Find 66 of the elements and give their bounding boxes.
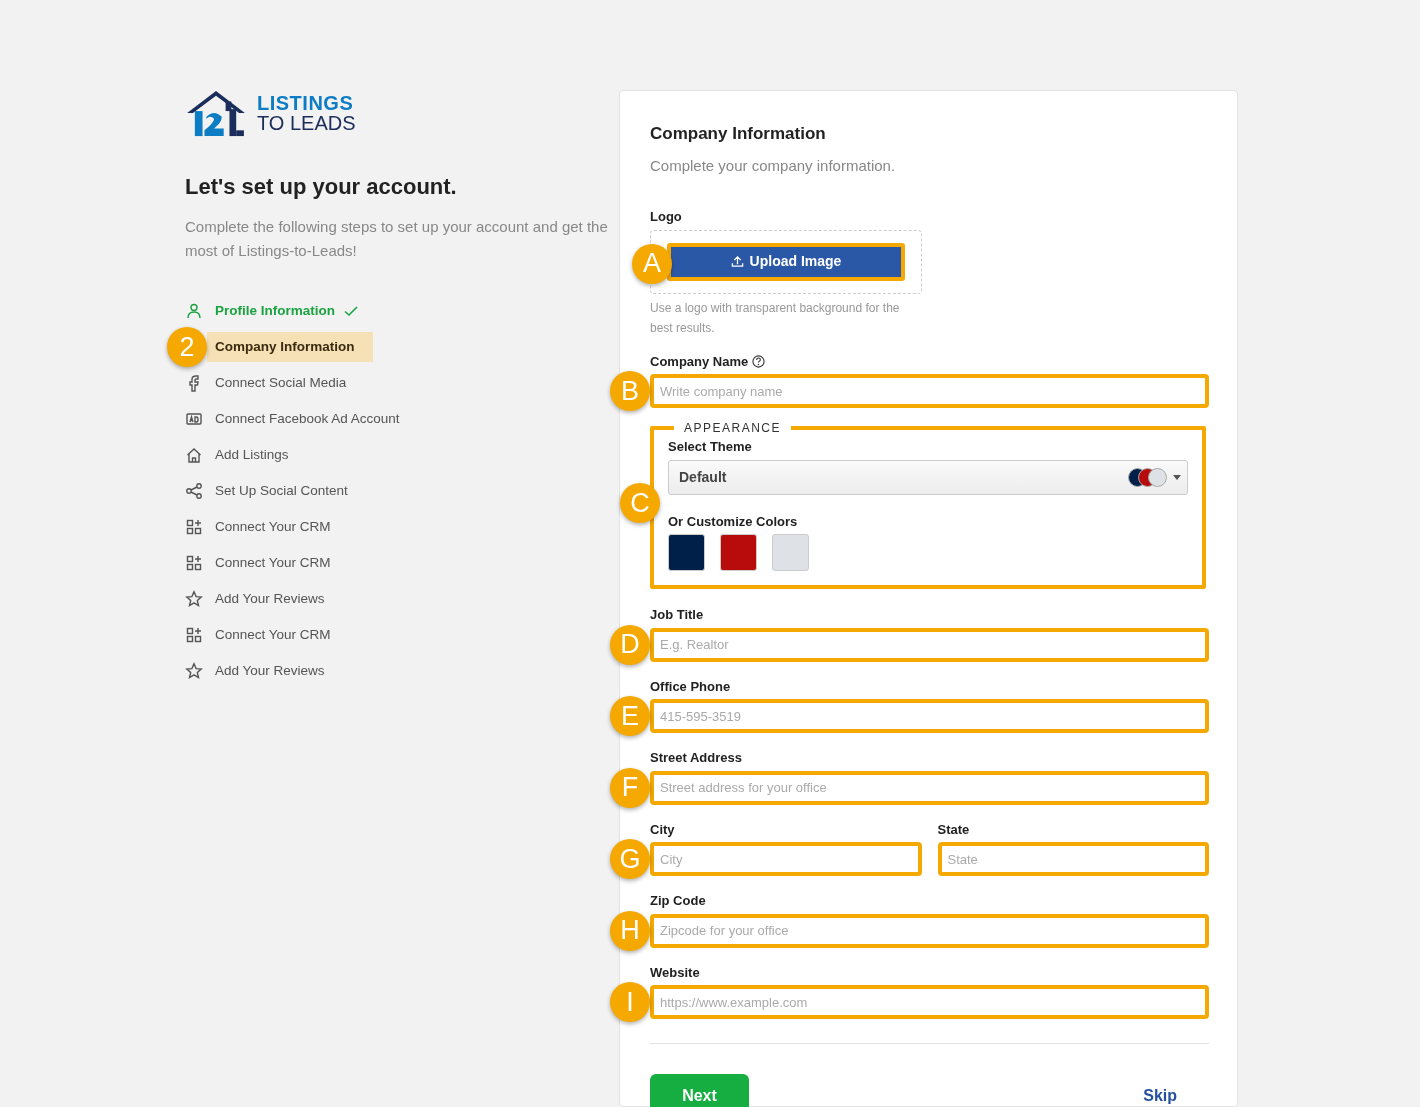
input-field[interactable]: 415-595-3519 — [650, 699, 1209, 733]
input-field[interactable]: E.g. Realtor — [650, 627, 1209, 662]
step-link[interactable]: Add Your Reviews — [215, 655, 343, 687]
share-icon — [185, 482, 203, 500]
field-label: Zip Code — [650, 892, 706, 910]
annotation-marker: I — [610, 982, 650, 1022]
hint-text: Use a logo with transparent background for the best results. — [650, 299, 901, 337]
color-swatch[interactable] — [668, 534, 705, 571]
field-label: Or Customize Colors — [668, 512, 798, 531]
upload-icon — [730, 255, 744, 268]
page-heading: Let's set up your account. — [185, 173, 458, 201]
star-icon — [185, 590, 203, 608]
annotation-marker: D — [610, 624, 650, 665]
annotation-marker: A — [632, 243, 672, 284]
input-field[interactable]: City — [650, 842, 922, 876]
brand-tagline: TO LEADS — [257, 113, 356, 133]
step-link[interactable]: Add Listings — [215, 439, 307, 471]
step-link[interactable]: Connect Your CRM — [215, 511, 349, 543]
apps-icon — [185, 518, 203, 536]
annotation-marker: C — [620, 483, 660, 523]
skip-link[interactable]: Skip — [1143, 1084, 1177, 1107]
form-subtitle: Complete your company information. — [650, 155, 897, 176]
field-label: Company Name — [650, 352, 749, 371]
input-field[interactable]: https://www.example.com — [650, 985, 1209, 1019]
step-link[interactable]: Connect Your CRM — [215, 547, 349, 579]
field-label: Office Phone — [650, 677, 731, 696]
color-swatch[interactable] — [772, 534, 809, 571]
intro-text: Complete the following steps to set up your account and get the most of Listings-to-Leads! — [185, 217, 609, 261]
field-label: Job Title — [650, 606, 704, 624]
ad-icon — [185, 410, 203, 428]
apps-icon — [185, 554, 203, 572]
field-label: State — [937, 820, 970, 839]
house-logo-icon — [185, 88, 247, 138]
check-icon — [343, 303, 359, 319]
step-link[interactable]: Connect Facebook Ad Account — [215, 403, 418, 435]
form-title: Company Information — [650, 123, 827, 145]
annotation-marker: B — [610, 371, 650, 411]
annotation-marker: E — [610, 696, 650, 736]
annotation-marker: H — [610, 910, 650, 951]
field-label: Select Theme — [668, 438, 752, 456]
house-icon — [185, 446, 203, 464]
annotation-marker: 2 — [167, 327, 207, 367]
input-field[interactable]: Street address for your office — [650, 770, 1209, 805]
step-link[interactable]: Connect Social Media — [215, 367, 365, 399]
section-legend: APPEARANCE — [674, 423, 792, 433]
field-label: Street Address — [650, 749, 742, 767]
field-label: Logo — [650, 208, 682, 226]
step-link[interactable]: Company Information — [207, 331, 373, 363]
person-icon — [185, 302, 203, 320]
star-icon — [185, 662, 203, 680]
input-field[interactable]: Zipcode for your office — [650, 913, 1209, 948]
caret-icon — [1173, 473, 1181, 481]
theme-select[interactable]: Default — [668, 459, 1188, 495]
brand-name: LISTINGS — [257, 93, 355, 113]
apps-icon — [185, 626, 203, 644]
annotation-marker: G — [610, 839, 650, 879]
input-field[interactable]: Write company name — [650, 374, 1209, 408]
step-link[interactable]: Connect Your CRM — [215, 619, 349, 651]
field-label: Website — [650, 963, 700, 982]
input-field[interactable]: State — [937, 842, 1209, 876]
field-label: City — [650, 820, 675, 839]
color-swatch[interactable] — [720, 534, 757, 571]
step-link[interactable]: Add Your Reviews — [215, 583, 343, 615]
upload-button[interactable]: Upload Image — [667, 242, 905, 281]
step-link[interactable]: Set Up Social Content — [215, 475, 366, 507]
annotation-marker: F — [610, 767, 650, 808]
